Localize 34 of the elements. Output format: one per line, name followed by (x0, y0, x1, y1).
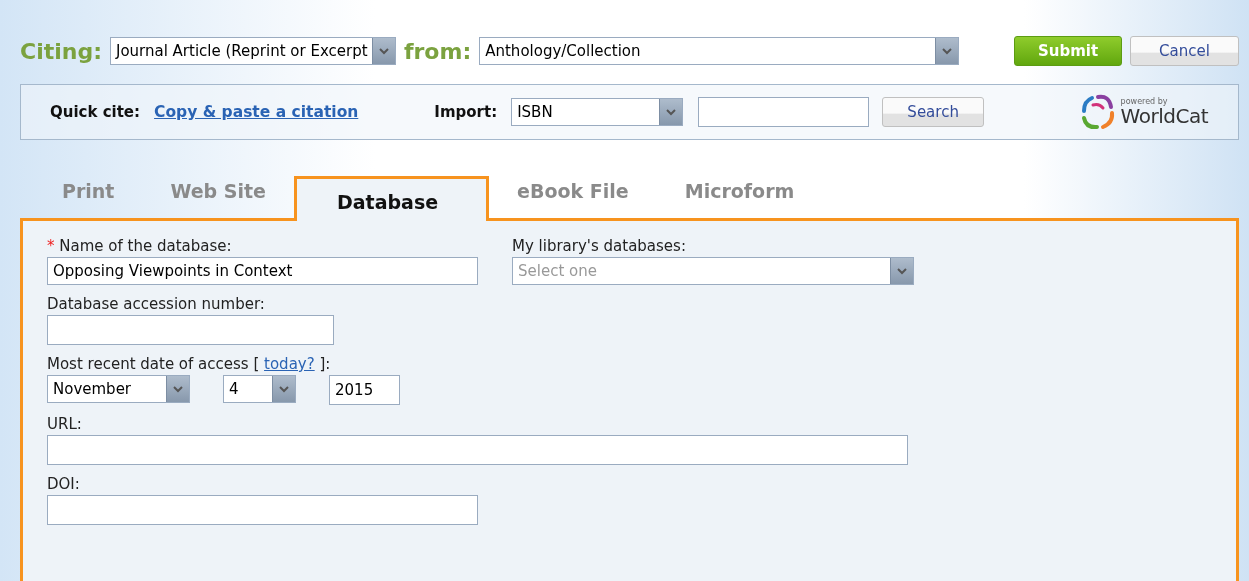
worldcat-logo-text: WorldCat (1120, 106, 1208, 126)
cancel-button[interactable]: Cancel (1130, 36, 1239, 66)
from-label: from: (403, 38, 472, 64)
year-field[interactable]: 2015 (329, 375, 400, 405)
access-date-label: Most recent date of access [ today? ]: (47, 354, 332, 375)
quick-cite-label: Quick cite: (50, 103, 141, 121)
url-label: URL: (47, 414, 83, 435)
import-input-field[interactable] (698, 97, 870, 127)
caret-icon (935, 38, 959, 64)
library-databases-label: My library's databases: (512, 236, 687, 257)
import-label: Import: (434, 103, 498, 121)
url-field[interactable] (47, 435, 908, 465)
database-name-label: * Name of the database: (47, 236, 233, 257)
accession-number-field[interactable] (47, 315, 334, 345)
day-dropdown[interactable]: 4 (223, 375, 296, 403)
caret-icon (166, 376, 189, 402)
caret-icon (371, 38, 395, 64)
caret-icon (890, 258, 913, 284)
doi-field[interactable] (47, 495, 478, 525)
copy-paste-citation-link[interactable]: Copy & paste a citation (154, 103, 359, 121)
citing-type-dropdown[interactable]: Journal Article (Reprint or Excerpt (109, 37, 396, 65)
caret-icon (272, 376, 295, 402)
caret-icon (659, 99, 683, 125)
database-name-field[interactable]: Opposing Viewpoints in Context (47, 257, 478, 285)
citing-label: Citing: (20, 38, 102, 64)
source-type-dropdown[interactable]: Anthology/Collection (479, 37, 960, 65)
accession-number-label: Database accession number: (47, 294, 266, 315)
today-link[interactable]: today? (264, 355, 315, 373)
source-tab[interactable]: Database (294, 176, 490, 221)
search-button[interactable]: Search (882, 97, 985, 127)
doi-label: DOI: (47, 474, 81, 495)
import-type-dropdown[interactable]: ISBN (511, 98, 684, 126)
powered-by-text: powered by (1120, 98, 1169, 106)
month-dropdown[interactable]: November (47, 375, 190, 403)
